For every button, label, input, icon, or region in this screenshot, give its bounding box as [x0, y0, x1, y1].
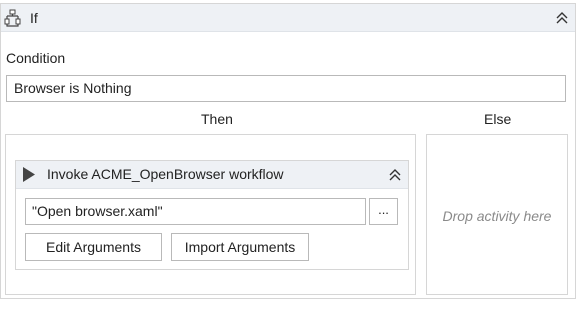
workflow-file-input[interactable]: "Open browser.xaml" — [25, 198, 366, 225]
double-chevron-up-icon[interactable] — [387, 167, 403, 183]
invoke-workflow-activity[interactable]: Invoke ACME_OpenBrowser workflow "Open b… — [15, 160, 409, 270]
then-label: Then — [201, 111, 233, 127]
invoke-title: Invoke ACME_OpenBrowser workflow — [47, 166, 284, 182]
then-branch[interactable]: Invoke ACME_OpenBrowser workflow "Open b… — [5, 134, 416, 295]
browse-button[interactable]: ... — [369, 198, 398, 225]
if-title: If — [30, 10, 38, 26]
play-icon — [23, 167, 35, 182]
import-arguments-button[interactable]: Import Arguments — [171, 233, 309, 261]
double-chevron-up-icon[interactable] — [554, 10, 570, 26]
else-branch[interactable]: Drop activity here — [426, 134, 568, 295]
if-activity[interactable]: If Condition Browser is Nothing Then Els… — [0, 3, 576, 299]
invoke-header[interactable]: Invoke ACME_OpenBrowser workflow — [16, 161, 408, 189]
condition-label: Condition — [6, 50, 66, 66]
condition-input[interactable]: Browser is Nothing — [6, 75, 566, 102]
drop-activity-hint: Drop activity here — [442, 208, 552, 224]
if-header[interactable]: If — [1, 4, 575, 32]
if-branch-icon — [4, 9, 21, 27]
else-label: Else — [484, 111, 512, 127]
edit-arguments-button[interactable]: Edit Arguments — [25, 233, 162, 261]
